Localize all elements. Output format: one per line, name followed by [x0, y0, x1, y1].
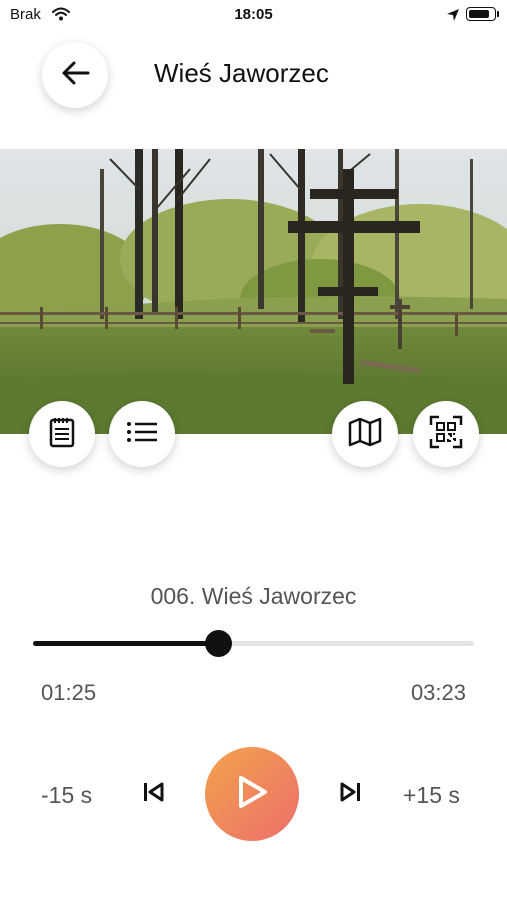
next-track-button[interactable] [336, 779, 366, 809]
qr-scan-icon [429, 415, 463, 454]
status-bar: Brak 18:05 [0, 0, 507, 32]
map-button[interactable] [332, 401, 398, 467]
skip-forward-button[interactable]: +15 s [403, 782, 460, 809]
page-title: Wieś Jaworzec [154, 58, 329, 88]
map-icon [348, 417, 382, 452]
qr-scan-button[interactable] [413, 401, 479, 467]
back-button[interactable] [42, 42, 108, 108]
battery-tip [497, 11, 499, 17]
status-time: 18:05 [234, 6, 273, 23]
progress-slider[interactable] [33, 630, 474, 657]
previous-track-button[interactable] [138, 779, 168, 809]
location-arrow-icon [446, 8, 460, 27]
notes-button[interactable] [29, 401, 95, 467]
place-photo [0, 149, 507, 434]
notes-icon [49, 416, 75, 453]
skip-next-icon [339, 781, 363, 808]
progress-knob[interactable] [205, 630, 233, 657]
track-title: 006. Wieś Jaworzec [150, 583, 357, 609]
skip-previous-icon [141, 781, 165, 808]
total-time: 03:23 [410, 680, 466, 705]
skip-back-button[interactable]: -15 s [41, 782, 92, 809]
play-button[interactable] [205, 747, 299, 841]
elapsed-time: 01:25 [41, 680, 97, 705]
progress-fill [33, 641, 219, 646]
play-icon [235, 774, 269, 815]
list-icon [126, 420, 158, 449]
battery-icon [466, 7, 496, 21]
list-button[interactable] [109, 401, 175, 467]
arrow-left-icon [60, 60, 90, 91]
